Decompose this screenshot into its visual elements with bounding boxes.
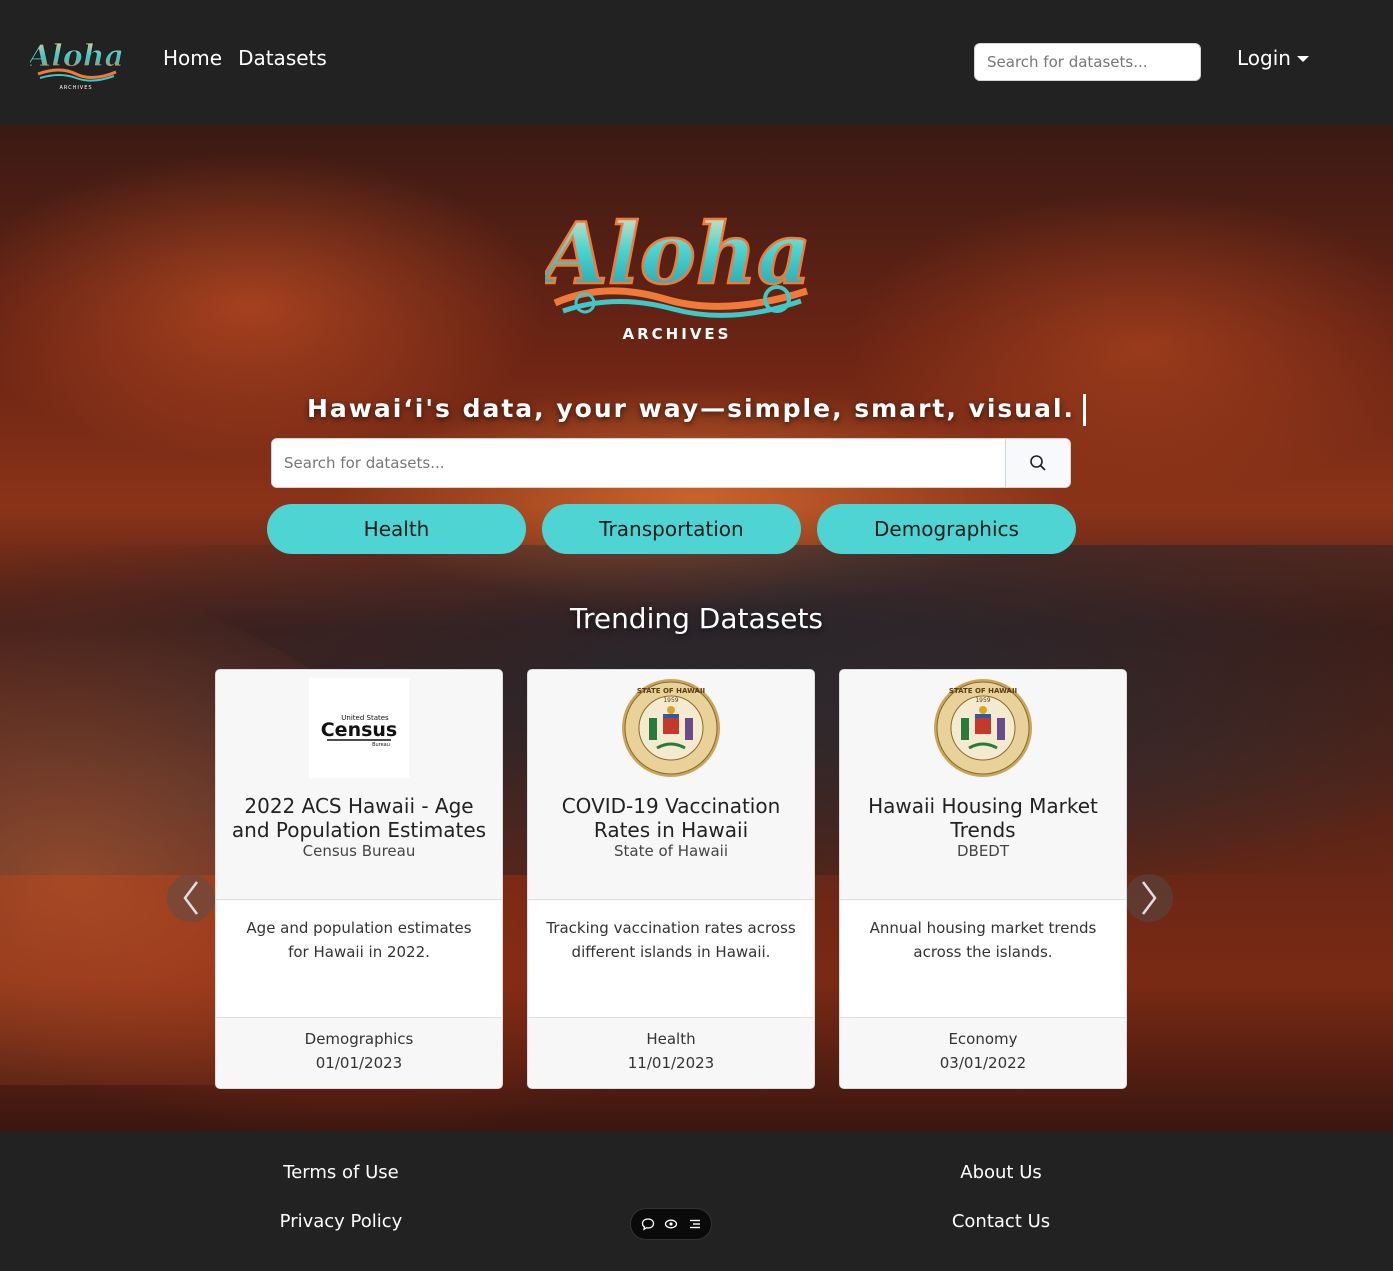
card-footer: Economy 03/01/2022 (840, 1018, 1126, 1088)
card-category: Economy (948, 1030, 1018, 1048)
card-footer: Health 11/01/2023 (528, 1018, 814, 1088)
hawaii-state-seal: STATE OF HAWAII 1959 (621, 678, 721, 778)
svg-text:STATE OF HAWAII: STATE OF HAWAII (949, 687, 1017, 695)
contact-us-link[interactable]: Contact Us (881, 1211, 1121, 1232)
nav-home-link[interactable]: Home (163, 46, 222, 70)
svg-text:Bureau: Bureau (372, 742, 390, 748)
trending-title: Trending Datasets (569, 602, 824, 635)
floating-toolbar (630, 1208, 712, 1240)
about-us-link[interactable]: About Us (881, 1162, 1121, 1183)
category-health-button[interactable]: Health (267, 504, 526, 554)
card-category: Demographics (304, 1030, 414, 1048)
navbar: Aloha ARCHIVES Home Datasets Login (0, 0, 1393, 125)
footer (0, 1131, 1393, 1271)
hero-logo: Aloha ARCHIVES (534, 195, 815, 345)
carousel-next-button[interactable] (1125, 874, 1173, 922)
category-transportation-button[interactable]: Transportation (542, 504, 801, 554)
card-header: STATE OF HAWAII 1959 COVID-19 Vaccinatio… (528, 670, 814, 900)
caret-down-icon (1296, 56, 1309, 62)
card-title: 2022 ACS Hawaii - Age and Population Est… (231, 794, 487, 842)
category-pills: Health Transportation Demographics (267, 504, 1076, 554)
card-title: COVID-19 Vaccination Rates in Hawaii (561, 794, 781, 842)
card-header: United States Census Bureau 2022 ACS Haw… (216, 670, 502, 900)
nav-links: Home Datasets (163, 46, 327, 70)
list-icon[interactable] (688, 1217, 702, 1231)
card-category: Health (646, 1030, 696, 1048)
svg-text:1959: 1959 (663, 697, 678, 704)
carousel-prev-button[interactable] (167, 874, 215, 922)
chevron-left-icon (183, 881, 198, 915)
hawaii-state-seal: STATE OF HAWAII 1959 (933, 678, 1033, 778)
chat-bubble-icon[interactable] (641, 1217, 655, 1231)
nav-search-input[interactable] (974, 43, 1201, 81)
dataset-card[interactable]: STATE OF HAWAII 1959 COVID-19 Vaccinatio… (527, 669, 815, 1089)
hero-search-group (271, 438, 1071, 488)
card-title: Hawaii Housing Market Trends (868, 794, 1098, 842)
chevron-right-icon (1142, 881, 1157, 915)
svg-text:ARCHIVES: ARCHIVES (623, 325, 732, 343)
card-description: Annual housing market trends across the … (840, 900, 1126, 1018)
card-description: Tracking vaccination rates across differ… (528, 900, 814, 1018)
search-icon (1030, 455, 1046, 471)
svg-text:1959: 1959 (975, 697, 990, 704)
nav-datasets-link[interactable]: Datasets (238, 46, 327, 70)
card-date: 01/01/2023 (315, 1054, 403, 1072)
card-date: 03/01/2022 (939, 1054, 1027, 1072)
terms-of-use-link[interactable]: Terms of Use (221, 1162, 461, 1183)
card-description: Age and population estimates for Hawaii … (216, 900, 502, 1018)
tagline-text: Hawai‘i's data, your way—simple, smart, … (306, 394, 1076, 423)
card-footer: Demographics 01/01/2023 (216, 1018, 502, 1088)
login-label: Login (1237, 46, 1291, 70)
eye-icon[interactable] (664, 1217, 678, 1231)
category-demographics-button[interactable]: Demographics (817, 504, 1076, 554)
card-date: 11/01/2023 (627, 1054, 715, 1072)
dataset-card[interactable]: STATE OF HAWAII 1959 Hawaii Housing Mark… (839, 669, 1127, 1089)
hero-search-button[interactable] (1005, 439, 1070, 487)
aloha-archives-logo[interactable]: Aloha ARCHIVES (25, 30, 125, 94)
card-source: DBEDT (956, 842, 1010, 860)
typing-cursor (1083, 394, 1087, 426)
svg-text:ARCHIVES: ARCHIVES (59, 85, 92, 91)
card-source: State of Hawaii (614, 842, 728, 860)
dataset-card[interactable]: United States Census Bureau 2022 ACS Haw… (215, 669, 503, 1089)
svg-text:Census: Census (321, 719, 398, 741)
privacy-policy-link[interactable]: Privacy Policy (221, 1211, 461, 1232)
census-logo: United States Census Bureau (309, 678, 409, 778)
svg-text:STATE OF HAWAII: STATE OF HAWAII (637, 687, 705, 695)
card-header: STATE OF HAWAII 1959 Hawaii Housing Mark… (840, 670, 1126, 900)
hero-tagline: Hawai‘i's data, your way—simple, smart, … (0, 394, 1393, 426)
card-source: Census Bureau (302, 842, 416, 860)
svg-text:Aloha: Aloha (30, 39, 122, 74)
hero-search-input[interactable] (272, 439, 1005, 487)
login-dropdown[interactable]: Login (1237, 46, 1309, 70)
